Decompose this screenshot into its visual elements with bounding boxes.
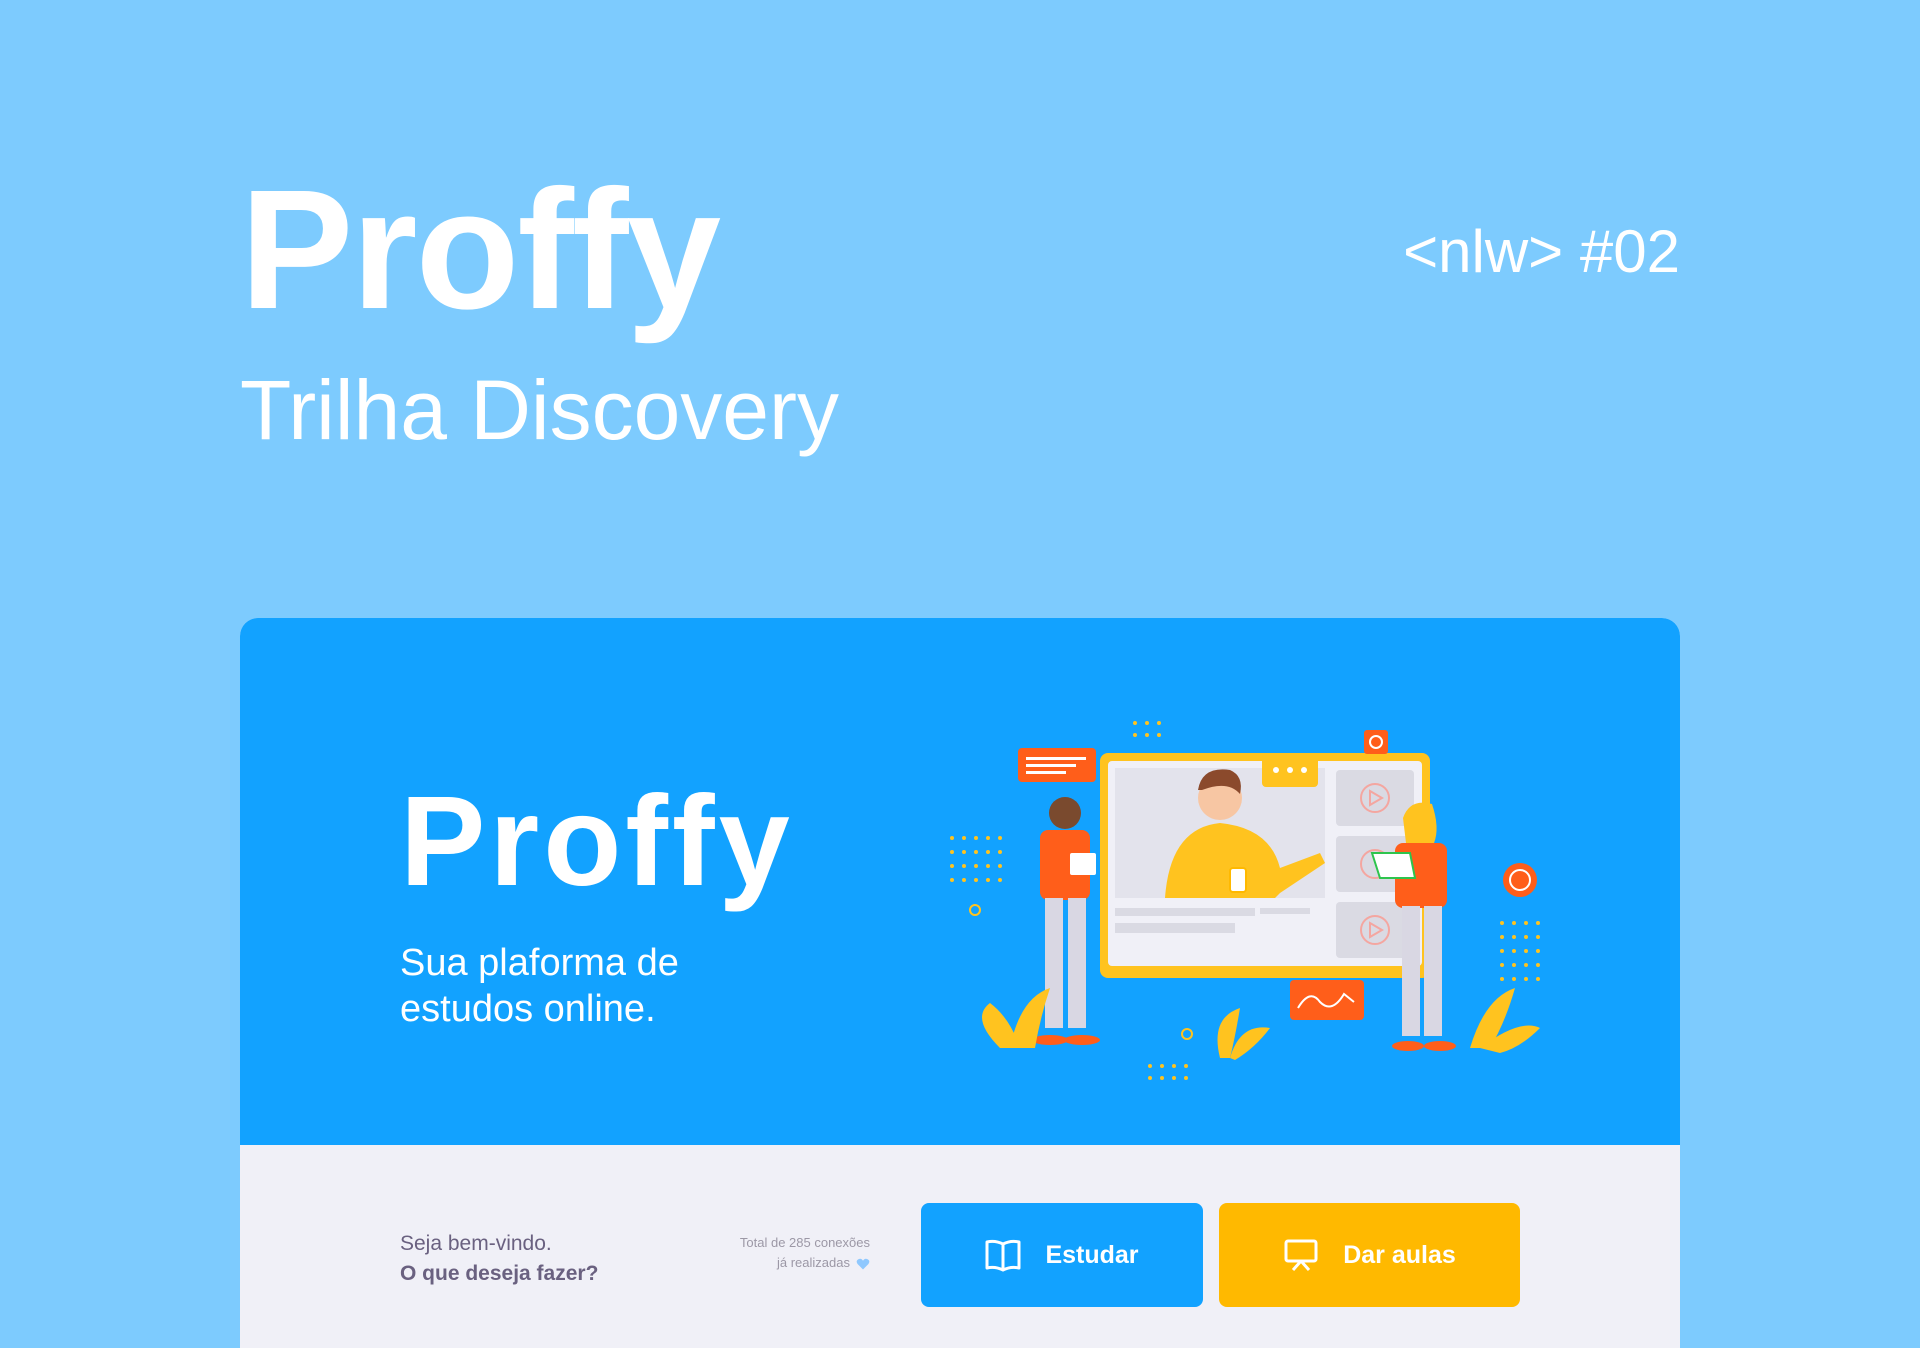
hero-section: Proffy Sua plaforma de estudos online. bbox=[240, 618, 1680, 1145]
heart-icon bbox=[856, 1258, 870, 1270]
welcome-text: Seja bem-vindo. bbox=[400, 1232, 552, 1255]
study-button[interactable]: Estudar bbox=[921, 1203, 1203, 1307]
book-open-icon bbox=[985, 1239, 1021, 1272]
total-connections: Total de 285 conexões já realizadas bbox=[700, 1233, 870, 1273]
teach-button[interactable]: Dar aulas bbox=[1219, 1203, 1520, 1307]
connections-label-text: já realizadas bbox=[777, 1255, 850, 1270]
header-title: Proffy bbox=[240, 155, 721, 345]
app-preview-card: Proffy Sua plaforma de estudos online. S… bbox=[240, 618, 1680, 1348]
hero-tagline: Sua plaforma de estudos online. bbox=[400, 942, 679, 1030]
header-tag: <nlw> #02 bbox=[1403, 218, 1680, 285]
proffy-logo: Proffy bbox=[400, 770, 794, 913]
welcome-question: O que deseja fazer? bbox=[400, 1262, 599, 1285]
connections-count-text: Total de 285 conexões bbox=[739, 1235, 870, 1250]
teach-button-label: Dar aulas bbox=[1343, 1240, 1456, 1269]
landing-actions-section: Seja bem-vindo. O que deseja fazer? Tota… bbox=[240, 1145, 1680, 1348]
online-study-illustration-icon bbox=[950, 721, 1540, 1080]
header-subtitle: Trilha Discovery bbox=[240, 363, 839, 457]
study-button-label: Estudar bbox=[1045, 1240, 1139, 1269]
presentation-icon bbox=[1284, 1239, 1318, 1271]
